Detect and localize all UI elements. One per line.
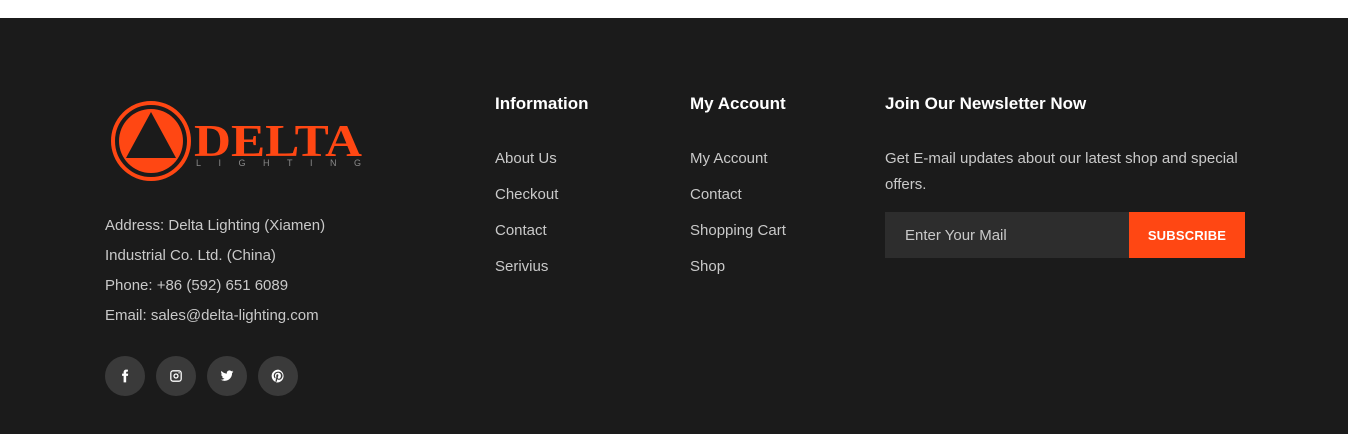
facebook-button[interactable] xyxy=(105,356,145,396)
link-services[interactable]: Serivius xyxy=(495,258,548,275)
scrollbar[interactable] xyxy=(1348,0,1364,434)
link-contact[interactable]: Contact xyxy=(495,222,547,239)
link-checkout[interactable]: Checkout xyxy=(495,186,558,203)
pinterest-button[interactable] xyxy=(258,356,298,396)
phone-text: Phone: +86 (592) 651 6089 xyxy=(105,277,289,294)
link-about-us[interactable]: About Us xyxy=(495,150,557,167)
delta-lighting-logo[interactable]: DELTA LIGHTING xyxy=(110,98,370,184)
address-line-2: Industrial Co. Ltd. (China) xyxy=(105,247,276,264)
link-my-account[interactable]: My Account xyxy=(690,150,768,167)
instagram-icon xyxy=(170,370,182,382)
my-account-heading: My Account xyxy=(690,94,786,113)
subscribe-button[interactable]: SUBSCRIBE xyxy=(1129,212,1245,258)
twitter-icon xyxy=(220,370,234,381)
facebook-icon xyxy=(122,369,129,383)
twitter-button[interactable] xyxy=(207,356,247,396)
page: DELTA LIGHTING Address: Delta Lighting (… xyxy=(0,0,1364,434)
newsletter-email-input[interactable] xyxy=(885,212,1129,258)
newsletter-heading: Join Our Newsletter Now xyxy=(885,94,1087,113)
newsletter-description: Get E-mail updates about our latest shop… xyxy=(885,150,1238,193)
instagram-button[interactable] xyxy=(156,356,196,396)
address-line-1: Address: Delta Lighting (Xiamen) xyxy=(105,217,326,234)
pinterest-icon xyxy=(271,369,284,383)
email-text: Email: sales@delta-lighting.com xyxy=(105,307,319,324)
link-account-contact[interactable]: Contact xyxy=(690,186,742,203)
information-heading: Information xyxy=(495,94,589,113)
link-shopping-cart[interactable]: Shopping Cart xyxy=(690,222,786,239)
link-shop[interactable]: Shop xyxy=(690,258,725,275)
